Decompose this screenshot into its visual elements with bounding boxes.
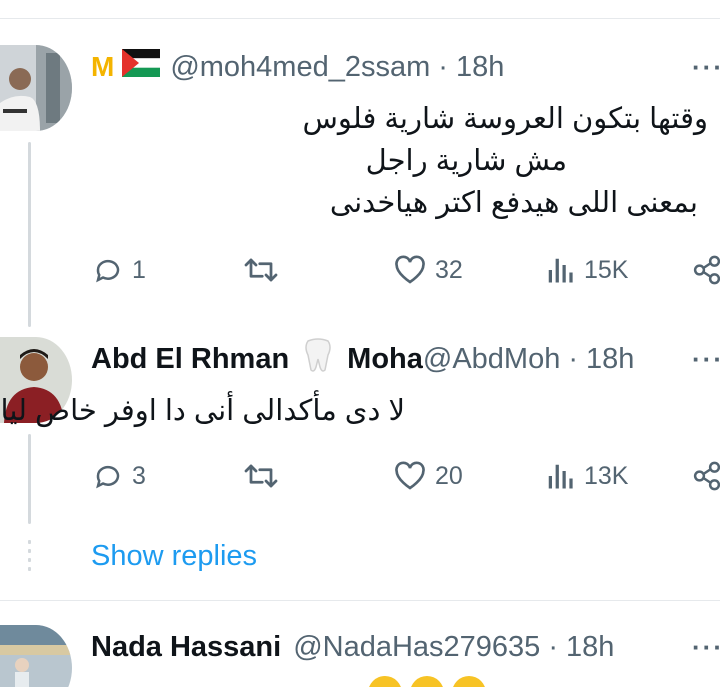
timestamp[interactable]: 18h bbox=[566, 631, 614, 664]
thread-dots bbox=[28, 540, 31, 576]
separator: · bbox=[568, 342, 579, 375]
tooth-emoji-icon bbox=[303, 337, 333, 381]
more-icon[interactable]: ··· bbox=[692, 344, 720, 375]
tweet-text-line: وقتها بتكون العروسة شارية فلوس bbox=[302, 103, 708, 135]
retweet-button[interactable] bbox=[243, 248, 279, 292]
display-name-suffix[interactable]: Moha bbox=[347, 343, 423, 376]
tweet-text-line: لا دى مأكدالى أنى دا اوفر خاص ليا bbox=[0, 395, 405, 427]
tweet-header: M @moh4med_2ssam · 18h bbox=[91, 45, 504, 89]
retweet-icon bbox=[244, 464, 278, 488]
handle[interactable]: @moh4med_2ssam bbox=[170, 51, 430, 84]
like-button[interactable]: 32 bbox=[394, 248, 463, 292]
more-icon[interactable]: ··· bbox=[692, 52, 720, 83]
tweet-text-line: بمعنى اللى هيدفع اكتر هياخدنى bbox=[329, 187, 698, 219]
reply-count: 1 bbox=[132, 255, 146, 284]
views-icon bbox=[548, 258, 573, 283]
like-icon bbox=[395, 461, 425, 490]
like-icon bbox=[395, 255, 425, 284]
separator: · bbox=[548, 630, 558, 663]
share-button[interactable] bbox=[692, 248, 720, 292]
retweet-icon bbox=[244, 258, 278, 282]
top-divider bbox=[0, 18, 720, 19]
timestamp[interactable]: 18h bbox=[456, 51, 504, 84]
badge-emoji: M bbox=[91, 51, 115, 82]
reply-count: 3 bbox=[132, 461, 146, 490]
views-count: 13K bbox=[584, 461, 629, 490]
section-divider bbox=[0, 600, 720, 601]
share-button[interactable] bbox=[692, 454, 720, 498]
handle[interactable]: @NadaHas279635 bbox=[293, 631, 540, 664]
share-icon bbox=[693, 461, 720, 491]
reply-button[interactable]: 3 bbox=[93, 454, 146, 498]
reply-button[interactable]: 1 bbox=[93, 248, 146, 292]
reply-icon bbox=[96, 259, 120, 283]
laughing-emoji-icon bbox=[452, 676, 486, 687]
laughing-emoji-icon bbox=[368, 676, 402, 687]
show-replies-link[interactable]: Show replies bbox=[91, 540, 257, 573]
tweet-header: Nada Hassani @NadaHas279635 · 18h bbox=[91, 625, 614, 669]
avatar[interactable] bbox=[0, 625, 72, 687]
display-name[interactable]: Abd El Rhman bbox=[91, 343, 289, 376]
emoji-row bbox=[368, 676, 486, 687]
like-button[interactable]: 20 bbox=[394, 454, 463, 498]
tweet-text-line: مش شارية راجل bbox=[365, 145, 567, 177]
like-count: 20 bbox=[435, 461, 463, 490]
palestine-flag-icon bbox=[122, 49, 161, 85]
retweet-button[interactable] bbox=[243, 454, 279, 498]
handle[interactable]: @AbdMoh bbox=[423, 343, 560, 376]
avatar[interactable] bbox=[0, 45, 72, 131]
action-bar: 3 20 13K bbox=[0, 454, 720, 498]
separator: · bbox=[438, 50, 448, 83]
tweet-header: Abd El Rhman Moha @AbdMoh · 18h bbox=[91, 337, 634, 381]
views-count: 15K bbox=[584, 255, 629, 284]
views-button[interactable]: 13K bbox=[545, 454, 628, 498]
action-bar: 1 32 15K bbox=[0, 248, 720, 292]
thread-line bbox=[28, 142, 31, 327]
more-icon[interactable]: ··· bbox=[692, 632, 720, 663]
reply-icon bbox=[96, 465, 120, 489]
share-icon bbox=[693, 255, 720, 285]
display-name[interactable]: Nada Hassani bbox=[91, 631, 281, 664]
views-button[interactable]: 15K bbox=[545, 248, 628, 292]
laughing-emoji-icon bbox=[410, 676, 444, 687]
like-count: 32 bbox=[435, 255, 463, 284]
views-icon bbox=[548, 464, 573, 489]
timestamp[interactable]: 18h bbox=[586, 343, 634, 376]
